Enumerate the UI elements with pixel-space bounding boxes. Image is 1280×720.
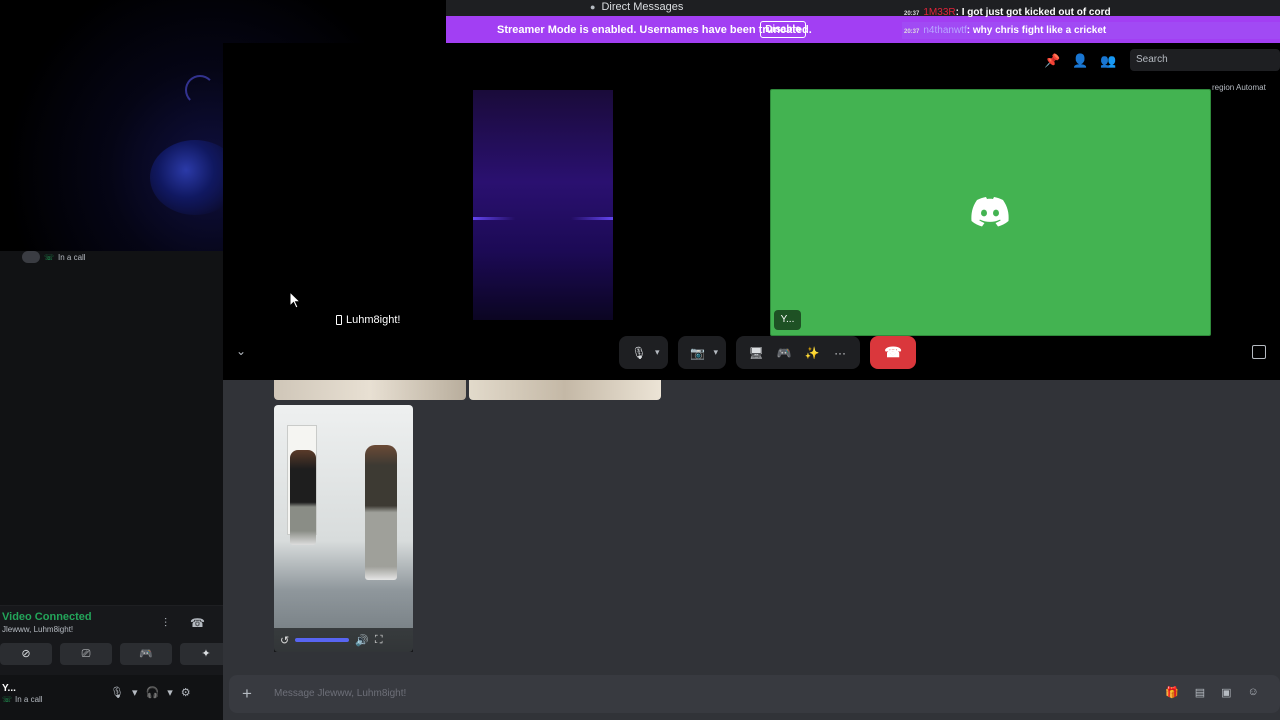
gear-icon[interactable]: ⚙ — [181, 686, 191, 699]
video-frame-person — [365, 445, 397, 580]
chat-timestamp: 20:37 — [904, 11, 920, 17]
user-status: ☏ In a call — [2, 695, 43, 704]
user-name[interactable]: Y... — [2, 683, 16, 694]
gift-icon[interactable]: 🎁 — [1165, 686, 1179, 699]
chat-timestamp: 20:37 — [904, 29, 920, 35]
screen-share-icon[interactable]: 🖥 — [744, 346, 768, 360]
chat-message: : I got just got kicked out of cord — [955, 7, 1111, 18]
mouse-cursor-icon — [290, 292, 302, 309]
call-status-text: In a call — [58, 252, 86, 262]
leave-call-button[interactable]: ☎ — [870, 336, 917, 369]
image-attachment[interactable] — [274, 380, 466, 400]
window-title: ● Direct Messages — [590, 0, 683, 14]
more-icon[interactable]: ··· — [828, 346, 852, 360]
dm-call-item[interactable]: ☏ In a call — [22, 251, 86, 263]
microphone-icon[interactable]: 🎙 — [110, 686, 124, 699]
mic-group: 🎙 ▾ — [619, 336, 668, 369]
replay-icon[interactable]: ↺ — [280, 634, 289, 647]
chat-user: n4thanwtf — [923, 25, 967, 36]
stream-chat-line: 20:37 1M33R: I got just got kicked out of… — [902, 4, 1280, 21]
disable-streamer-button[interactable]: Disable — [760, 21, 806, 38]
noise-suppression-icon[interactable]: ⫶ — [164, 616, 167, 631]
discord-icon: ● — [590, 1, 596, 12]
avatar — [22, 251, 40, 263]
stream-chat-line: 20:37 n4thanwtf: why chris fight like a c… — [902, 22, 1280, 39]
voice-actions: ⊘ ⎚ 🎮 ✦ — [0, 643, 232, 665]
voice-channel[interactable]: Jlewww, Luhm8ight! — [2, 625, 73, 634]
discord-logo-icon — [971, 197, 1009, 227]
chevron-down-icon[interactable]: ▾ — [714, 347, 719, 358]
image-attachment[interactable] — [469, 380, 661, 400]
video-frame-person — [290, 450, 316, 545]
headphones-icon[interactable]: 🎧 — [146, 686, 160, 699]
user-tile-label: Y... — [774, 310, 801, 330]
soundboard-icon[interactable]: ✨ — [800, 346, 824, 360]
call-controls: 🎙 ▾ 📷 ▾ 🖥 🎮 ✨ ··· ☎ — [619, 336, 917, 369]
camera-group: 📷 ▾ — [677, 336, 727, 369]
screen-share-icon[interactable]: ⎚ — [60, 643, 112, 665]
activity-icon[interactable]: 🎮 — [772, 346, 796, 360]
gif-icon[interactable]: ▤ — [1195, 686, 1205, 699]
video-progress-bar[interactable] — [295, 638, 350, 642]
fullscreen-icon[interactable]: ⛶ — [375, 634, 383, 647]
camera-off-icon[interactable]: ⊘ — [0, 643, 52, 665]
chevron-down-icon[interactable]: ▾ — [132, 686, 138, 699]
webcam-headphone — [185, 75, 215, 105]
chat-user: 1M33R — [923, 7, 956, 18]
mobile-icon — [336, 315, 342, 325]
activity-group: 🖥 🎮 ✨ ··· — [736, 336, 861, 369]
user-status-text: In a call — [15, 695, 43, 704]
message-toolbar: 🎁 ▤ ▣ ☺ — [1165, 686, 1259, 699]
participant-name-text: Luhm8ight! — [346, 314, 401, 326]
chevron-down-icon[interactable]: ⌄ — [236, 344, 246, 358]
chat-message: : why chris fight like a cricket — [966, 25, 1107, 36]
popout-icon[interactable] — [1252, 345, 1266, 359]
chevron-down-icon[interactable]: ▾ — [655, 347, 660, 358]
participant-video-tile[interactable] — [473, 90, 613, 320]
search-input[interactable]: Search — [1130, 49, 1280, 71]
emoji-icon[interactable]: ☺ — [1248, 686, 1259, 699]
pin-icon[interactable]: 📌 — [1044, 52, 1061, 69]
members-icon[interactable]: 👥 — [1100, 52, 1117, 69]
camera-off-icon[interactable]: 📷 — [686, 346, 710, 360]
side-labels: region Automat — [1212, 83, 1266, 92]
microphone-icon[interactable]: 🎙 — [627, 346, 651, 360]
message-placeholder[interactable]: Message Jlewww, Luhm8ight! — [274, 688, 406, 699]
user-controls: 🎙 ▾ 🎧 ▾ ⚙ — [110, 686, 191, 699]
activity-icon[interactable]: 🎮 — [120, 643, 172, 665]
chevron-down-icon[interactable]: ▾ — [167, 686, 173, 699]
voice-status[interactable]: Video Connected — [2, 611, 92, 623]
sticker-icon[interactable]: ▣ — [1221, 686, 1231, 699]
phone-icon: ☏ — [2, 695, 13, 704]
disconnect-icon[interactable]: ☎ — [190, 616, 205, 630]
participant-name: Luhm8ight! — [336, 314, 400, 326]
header-toolbar: 📌 👤 👥 — [1044, 52, 1117, 69]
volume-icon[interactable]: 🔊 — [355, 634, 369, 647]
window-title-text: Direct Messages — [601, 0, 684, 13]
add-attachment-icon[interactable]: + — [242, 684, 252, 704]
video-controls: ↺ 🔊 ⛶ — [274, 628, 413, 652]
phone-icon: ☏ — [44, 252, 55, 262]
add-friend-icon[interactable]: 👤 — [1072, 52, 1089, 69]
